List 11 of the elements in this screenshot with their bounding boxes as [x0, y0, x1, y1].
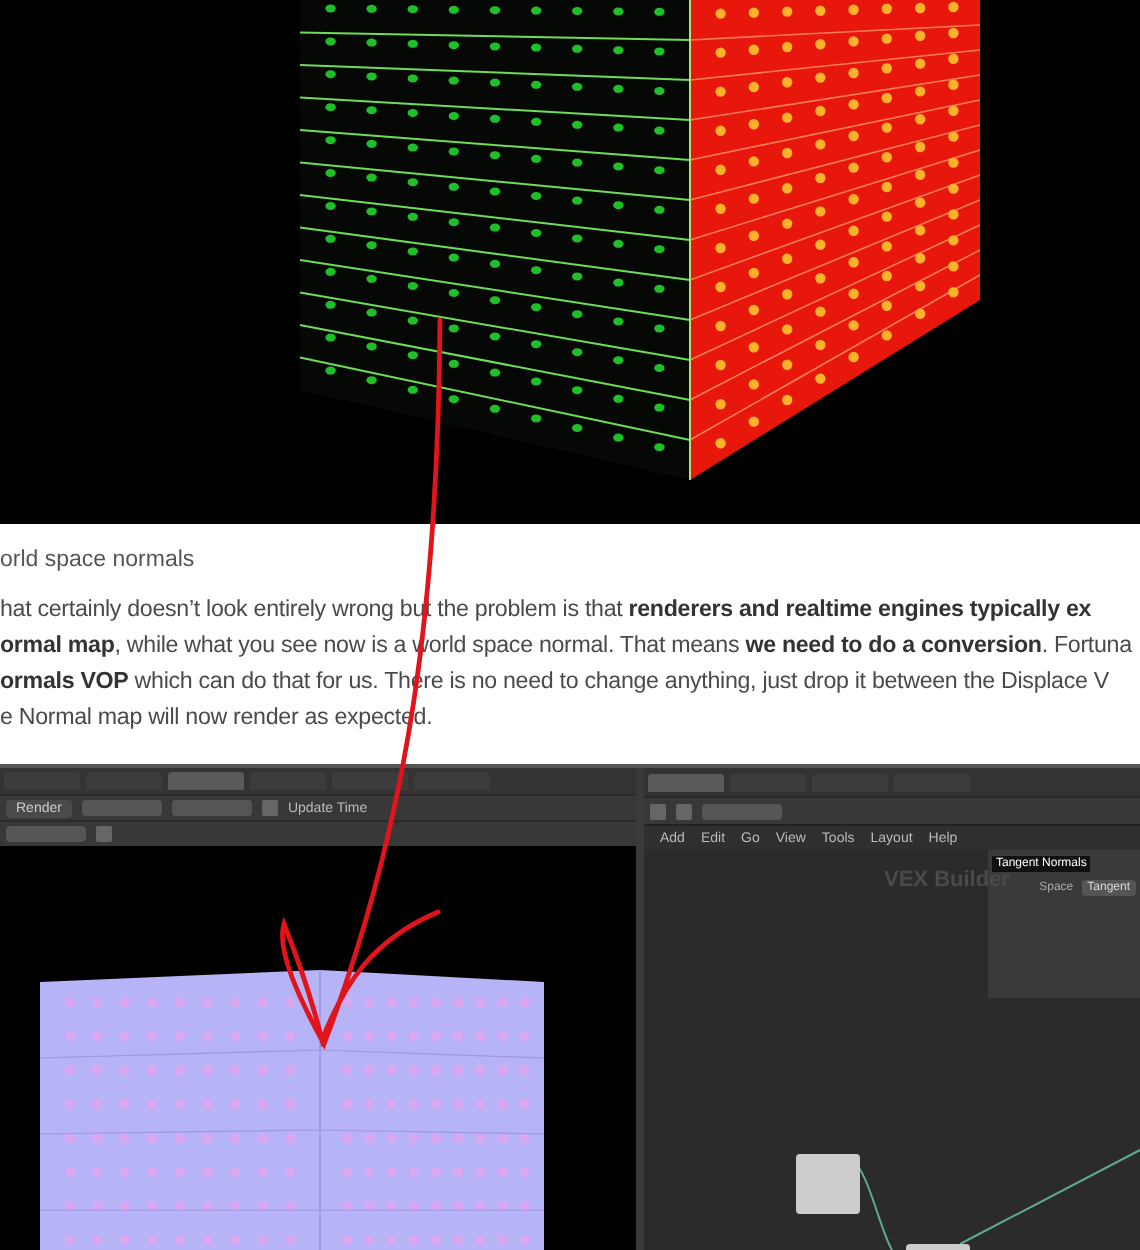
- view-dropdown[interactable]: [6, 826, 86, 842]
- renderer-dropdown[interactable]: [81, 800, 162, 817]
- toolbar-icon[interactable]: [96, 826, 112, 842]
- image-caption: orld space normals: [0, 548, 197, 572]
- pane-tab[interactable]: [332, 772, 408, 791]
- toolbar-icon[interactable]: [261, 800, 278, 817]
- pane-tab[interactable]: [168, 772, 244, 791]
- network-node[interactable]: [796, 1154, 860, 1214]
- camera-dropdown[interactable]: [171, 800, 252, 817]
- path-field[interactable]: [702, 803, 782, 819]
- pane-tab[interactable]: [648, 773, 724, 791]
